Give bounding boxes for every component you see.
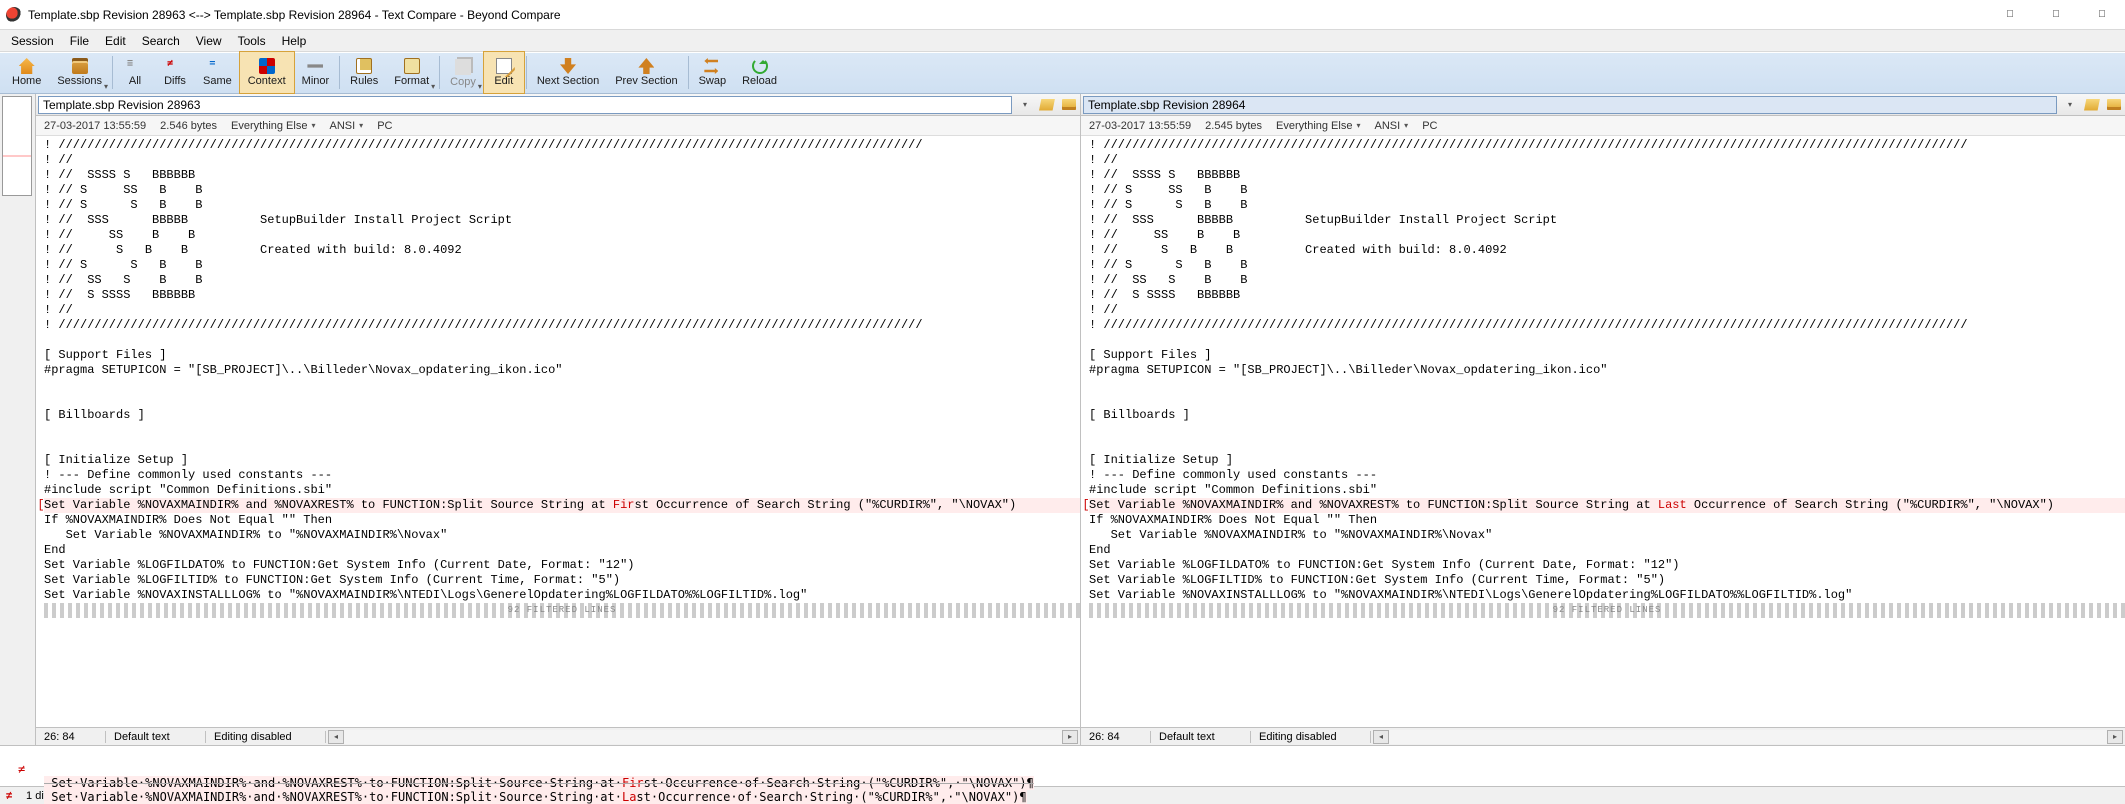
sessions-icon bbox=[72, 58, 88, 74]
menu-search[interactable]: Search bbox=[135, 32, 187, 50]
open-icon bbox=[1039, 99, 1055, 111]
minor-icon bbox=[307, 58, 323, 74]
same-icon: = bbox=[209, 58, 225, 74]
sessions-button[interactable]: Sessions bbox=[49, 52, 110, 93]
left-eol: PC bbox=[377, 120, 392, 132]
diff-line-summary: ≠ Set·Variable·%NOVAXMAINDIR%·and·%NOVAX… bbox=[0, 745, 2125, 786]
workspace: ▾ 27-03-2017 13:55:59 2.546 bytes Everyt… bbox=[0, 94, 2125, 745]
minor-button[interactable]: Minor bbox=[294, 52, 338, 93]
left-encoding-combo[interactable]: ANSI bbox=[329, 120, 363, 132]
context-icon bbox=[259, 58, 275, 74]
left-text-type: Default text bbox=[106, 731, 206, 743]
left-cursor-pos: 26: 84 bbox=[36, 731, 106, 743]
all-button[interactable]: ≡All bbox=[115, 52, 155, 93]
right-pane: ▾ 27-03-2017 13:55:59 2.545 bytes Everyt… bbox=[1081, 94, 2125, 745]
right-timestamp: 27-03-2017 13:55:59 bbox=[1089, 120, 1191, 132]
right-eol: PC bbox=[1422, 120, 1437, 132]
copy-button[interactable]: Copy bbox=[442, 52, 484, 93]
diff-marker-icon: ≠ bbox=[18, 762, 25, 776]
left-edit-state: Editing disabled bbox=[206, 731, 326, 743]
left-pathbar: ▾ bbox=[36, 94, 1080, 116]
diffs-button[interactable]: ≠Diffs bbox=[155, 52, 195, 93]
right-cursor-pos: 26: 84 bbox=[1081, 731, 1151, 743]
left-pane-status: 26: 84 Default text Editing disabled ◂▸ bbox=[36, 727, 1080, 745]
minimize-button[interactable]:  bbox=[1987, 0, 2033, 30]
right-text-type: Default text bbox=[1151, 731, 1251, 743]
menu-session[interactable]: Session bbox=[4, 32, 61, 50]
same-button[interactable]: =Same bbox=[195, 52, 240, 93]
diff-indicator-icon: ≠ bbox=[0, 790, 18, 802]
prev-section-button[interactable]: Prev Section bbox=[607, 52, 685, 93]
menu-view[interactable]: View bbox=[189, 32, 229, 50]
right-pathbar: ▾ bbox=[1081, 94, 2125, 116]
menu-edit[interactable]: Edit bbox=[98, 32, 133, 50]
home-button[interactable]: Home bbox=[4, 52, 49, 93]
right-infobar: 27-03-2017 13:55:59 2.545 bytes Everythi… bbox=[1081, 116, 2125, 136]
menu-help[interactable]: Help bbox=[275, 32, 314, 50]
left-path-input[interactable] bbox=[38, 96, 1012, 114]
format-button[interactable]: Format bbox=[386, 52, 437, 93]
rules-icon bbox=[356, 58, 372, 74]
left-filter-combo[interactable]: Everything Else bbox=[231, 120, 315, 132]
edit-icon bbox=[496, 58, 512, 74]
reload-icon bbox=[752, 58, 768, 74]
browse-icon bbox=[2107, 99, 2121, 110]
menubar: Session File Edit Search View Tools Help bbox=[0, 30, 2125, 52]
prev-icon bbox=[638, 58, 654, 74]
right-browse-button[interactable] bbox=[2105, 96, 2123, 114]
browse-icon bbox=[1062, 99, 1076, 110]
left-hscroll[interactable]: ◂▸ bbox=[326, 730, 1080, 744]
left-path-dropdown[interactable]: ▾ bbox=[1016, 96, 1034, 114]
reload-button[interactable]: Reload bbox=[734, 52, 785, 93]
left-open-button[interactable] bbox=[1038, 96, 1056, 114]
open-icon bbox=[2084, 99, 2100, 111]
left-infobar: 27-03-2017 13:55:59 2.546 bytes Everythi… bbox=[36, 116, 1080, 136]
toolbar: Home Sessions ≡All ≠Diffs =Same Context … bbox=[0, 52, 2125, 94]
all-icon: ≡ bbox=[127, 58, 143, 74]
thumbnail-gutter[interactable] bbox=[0, 94, 36, 745]
left-browse-button[interactable] bbox=[1060, 96, 1078, 114]
left-timestamp: 27-03-2017 13:55:59 bbox=[44, 120, 146, 132]
next-section-button[interactable]: Next Section bbox=[529, 52, 607, 93]
close-button[interactable]:  bbox=[2079, 0, 2125, 30]
right-edit-state: Editing disabled bbox=[1251, 731, 1371, 743]
left-pane: ▾ 27-03-2017 13:55:59 2.546 bytes Everyt… bbox=[36, 94, 1081, 745]
app-icon bbox=[6, 7, 22, 23]
right-code-view[interactable]: ! //////////////////////////////////////… bbox=[1081, 136, 2125, 727]
menu-file[interactable]: File bbox=[63, 32, 96, 50]
swap-button[interactable]: Swap bbox=[691, 52, 735, 93]
right-filter-combo[interactable]: Everything Else bbox=[1276, 120, 1360, 132]
right-size: 2.545 bytes bbox=[1205, 120, 1262, 132]
titlebar: Template.sbp Revision 28963 <--> Templat… bbox=[0, 0, 2125, 30]
right-hscroll[interactable]: ◂▸ bbox=[1371, 730, 2125, 744]
window-title: Template.sbp Revision 28963 <--> Templat… bbox=[28, 8, 1987, 22]
edit-button[interactable]: Edit bbox=[484, 52, 524, 93]
left-code-view[interactable]: ! //////////////////////////////////////… bbox=[36, 136, 1080, 727]
format-icon bbox=[404, 58, 420, 74]
next-icon bbox=[560, 58, 576, 74]
right-path-dropdown[interactable]: ▾ bbox=[2061, 96, 2079, 114]
rules-button[interactable]: Rules bbox=[342, 52, 386, 93]
menu-tools[interactable]: Tools bbox=[231, 32, 273, 50]
right-pane-status: 26: 84 Default text Editing disabled ◂▸ bbox=[1081, 727, 2125, 745]
right-encoding-combo[interactable]: ANSI bbox=[1374, 120, 1408, 132]
diffs-icon: ≠ bbox=[167, 58, 183, 74]
maximize-button[interactable]:  bbox=[2033, 0, 2079, 30]
thumbnail[interactable] bbox=[2, 96, 32, 196]
copy-icon bbox=[455, 59, 471, 75]
left-size: 2.546 bytes bbox=[160, 120, 217, 132]
swap-icon bbox=[704, 58, 720, 74]
right-path-input[interactable] bbox=[1083, 96, 2057, 114]
right-open-button[interactable] bbox=[2083, 96, 2101, 114]
context-button[interactable]: Context bbox=[240, 52, 294, 93]
home-icon bbox=[19, 58, 35, 74]
